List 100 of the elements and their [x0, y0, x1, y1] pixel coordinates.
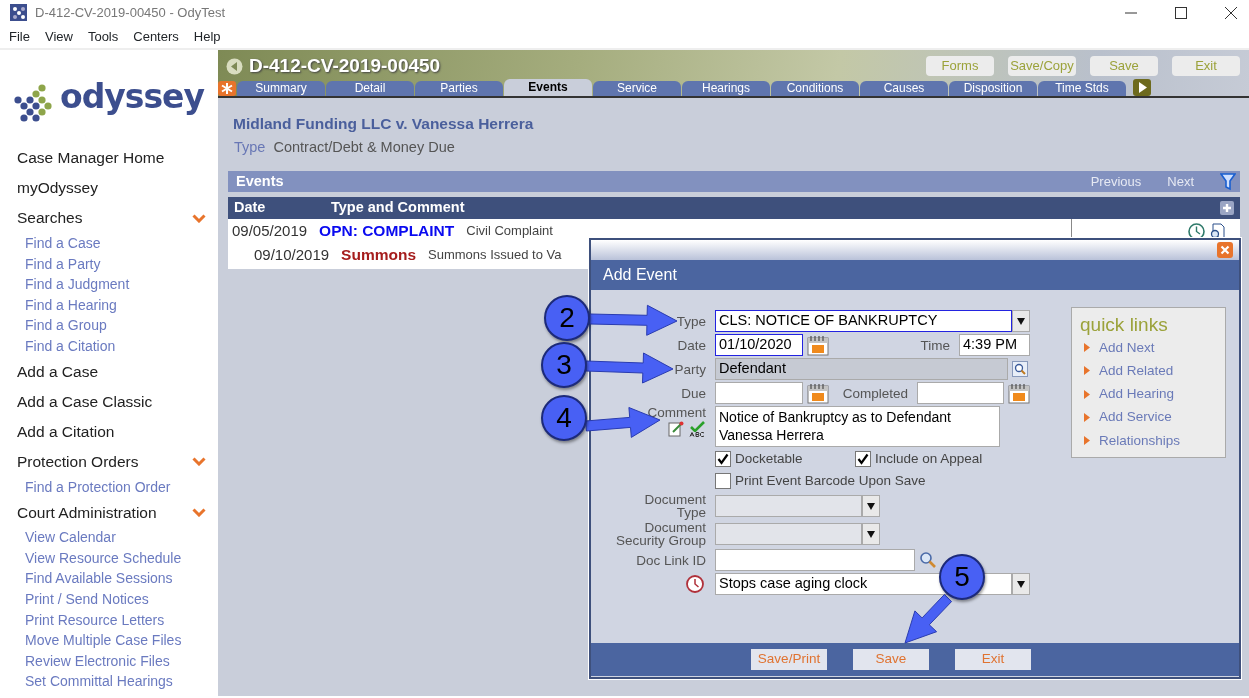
tab[interactable]: Hearings: [682, 81, 770, 96]
checkbox-label: Include on Appeal: [875, 449, 983, 468]
sidebar-link[interactable]: Add a Case Classic: [17, 389, 153, 414]
header-button[interactable]: Exit: [1172, 56, 1240, 76]
tab[interactable]: Service: [593, 81, 681, 96]
header-button[interactable]: Forms: [926, 56, 994, 76]
party-field[interactable]: Defendant: [715, 358, 1008, 380]
sidebar-link[interactable]: myOdyssey: [17, 176, 98, 200]
dialog-button[interactable]: Exit: [955, 649, 1031, 670]
sidebar-link[interactable]: Searches: [17, 206, 83, 230]
sidebar-link[interactable]: Protection Orders: [17, 449, 139, 474]
sidebar-link[interactable]: Add a Case: [17, 359, 98, 384]
dialog-button[interactable]: Save/Print: [751, 649, 827, 670]
completed-field[interactable]: [917, 382, 1004, 404]
add-icon[interactable]: [1220, 201, 1234, 215]
quick-link[interactable]: Add Next: [1099, 337, 1155, 358]
bullet-arrow-icon: [1084, 343, 1090, 353]
checkbox[interactable]: [855, 451, 871, 467]
close-icon[interactable]: [1225, 6, 1237, 19]
date-field[interactable]: 01/10/2020: [715, 334, 803, 356]
callout-arrow: [904, 594, 953, 644]
tab[interactable]: Disposition: [949, 81, 1037, 96]
quick-link[interactable]: Add Hearing: [1099, 384, 1175, 405]
dialog-button[interactable]: Save: [853, 649, 929, 670]
sidebar-sublink[interactable]: Find a Protection Order: [25, 478, 171, 495]
sidebar-sublink[interactable]: Find a Group: [25, 317, 107, 334]
tab[interactable]: Causes: [860, 81, 948, 96]
time-field[interactable]: 4:39 PM: [959, 334, 1030, 356]
sidebar-sublink[interactable]: View Resource Schedule: [25, 549, 182, 566]
sidebar-sublink[interactable]: Find a Party: [25, 255, 101, 272]
field-label: Comment: [647, 406, 706, 419]
sidebar-sublink[interactable]: Print Resource Letters: [25, 611, 165, 628]
doc-link-field[interactable]: [715, 549, 915, 571]
event-type[interactable]: Summons: [341, 243, 416, 267]
checkbox[interactable]: [715, 451, 731, 467]
chevron-icon[interactable]: [192, 507, 206, 517]
quick-link[interactable]: Relationships: [1099, 430, 1181, 451]
sidebar-sublink[interactable]: Find a Hearing: [25, 296, 117, 313]
nav-link[interactable]: Next: [1167, 171, 1194, 192]
sidebar-link[interactable]: Add a Citation: [17, 419, 115, 444]
tab[interactable]: Time Stds: [1038, 81, 1126, 96]
tab[interactable]: Summary: [237, 81, 325, 96]
edit-note-icon[interactable]: [668, 421, 684, 437]
checkbox[interactable]: [715, 473, 731, 489]
menu-item[interactable]: Tools: [87, 26, 119, 47]
star-icon[interactable]: [218, 81, 236, 96]
calendar-icon[interactable]: [807, 334, 829, 356]
sidebar-link[interactable]: Court Administration: [17, 500, 157, 524]
sidebar-link[interactable]: Case Manager Home: [17, 146, 165, 170]
due-field[interactable]: [715, 382, 803, 404]
sidebar-sublink[interactable]: Find Available Sessions: [25, 570, 173, 587]
type-select[interactable]: CLS: NOTICE OF BANKRUPTCY: [715, 310, 1012, 332]
sidebar-sublink[interactable]: Set Committal Hearings: [25, 673, 173, 690]
field-label: Date: [677, 338, 706, 352]
tab[interactable]: Conditions: [771, 81, 859, 96]
sidebar-sublink[interactable]: View Calendar: [25, 529, 116, 546]
chevron-icon[interactable]: [192, 213, 206, 223]
field-label: Completed: [842, 386, 908, 400]
menu-item[interactable]: Help: [193, 26, 221, 47]
window-title: D-412-CV-2019-00450 - OdyTest: [35, 3, 226, 22]
back-icon[interactable]: [226, 57, 243, 75]
sidebar-sublink[interactable]: Find a Citation: [25, 337, 116, 354]
comment-field[interactable]: Notice of Bankruptcy as to Defendant Vanessa Herrera: [715, 406, 1000, 447]
quick-link[interactable]: Add Service: [1099, 407, 1172, 428]
chevron-icon[interactable]: [192, 457, 206, 467]
sidebar-sublink[interactable]: Find a Judgment: [25, 276, 130, 293]
menu-item[interactable]: File: [9, 26, 30, 47]
tab[interactable]: Detail: [326, 81, 414, 96]
checkbox-label: Print Event Barcode Upon Save: [735, 471, 926, 490]
header-button[interactable]: Save/Copy: [1008, 56, 1076, 76]
bullet-arrow-icon: [1084, 366, 1090, 376]
sidebar-sublink[interactable]: Print / Send Notices: [25, 590, 149, 607]
filter-icon[interactable]: [1220, 172, 1236, 191]
menu-item[interactable]: Centers: [133, 26, 179, 47]
search-icon[interactable]: [919, 551, 937, 569]
field-label: Type: [234, 138, 266, 158]
event-type[interactable]: OPN: COMPLAINT: [319, 219, 455, 243]
sidebar-sublink[interactable]: Review Electronic Files: [25, 652, 170, 669]
quick-link[interactable]: Add Related: [1099, 360, 1174, 382]
calendar-icon[interactable]: [1008, 382, 1030, 404]
bullet-arrow-icon: [1084, 436, 1090, 446]
case-title: Midland Funding LLC v. Vanessa Herrera: [232, 114, 535, 134]
tab[interactable]: Parties: [415, 81, 503, 96]
next-tabs-icon[interactable]: [1133, 79, 1151, 96]
search-icon[interactable]: [1012, 361, 1028, 377]
sidebar-sublink[interactable]: Move Multiple Case Files: [25, 632, 182, 649]
bullet-arrow-icon: [1084, 389, 1090, 399]
spell-check-icon[interactable]: [688, 421, 706, 437]
sidebar-sublink[interactable]: Find a Case: [25, 235, 101, 251]
panel-title: quick links: [1080, 314, 1169, 336]
table-cell-text: 09/05/2019: [232, 220, 308, 241]
header-button[interactable]: Save: [1090, 56, 1158, 76]
nav-link[interactable]: Previous: [1090, 171, 1142, 192]
calendar-icon[interactable]: [807, 382, 829, 404]
tab[interactable]: Events: [504, 79, 592, 96]
maximize-icon[interactable]: [1175, 6, 1187, 19]
table-cell-text: Summons Issued to Va: [428, 246, 562, 265]
menu-item[interactable]: View: [44, 26, 73, 47]
checkbox-label: Docketable: [735, 449, 803, 468]
field-label: Document Type: [643, 493, 706, 519]
